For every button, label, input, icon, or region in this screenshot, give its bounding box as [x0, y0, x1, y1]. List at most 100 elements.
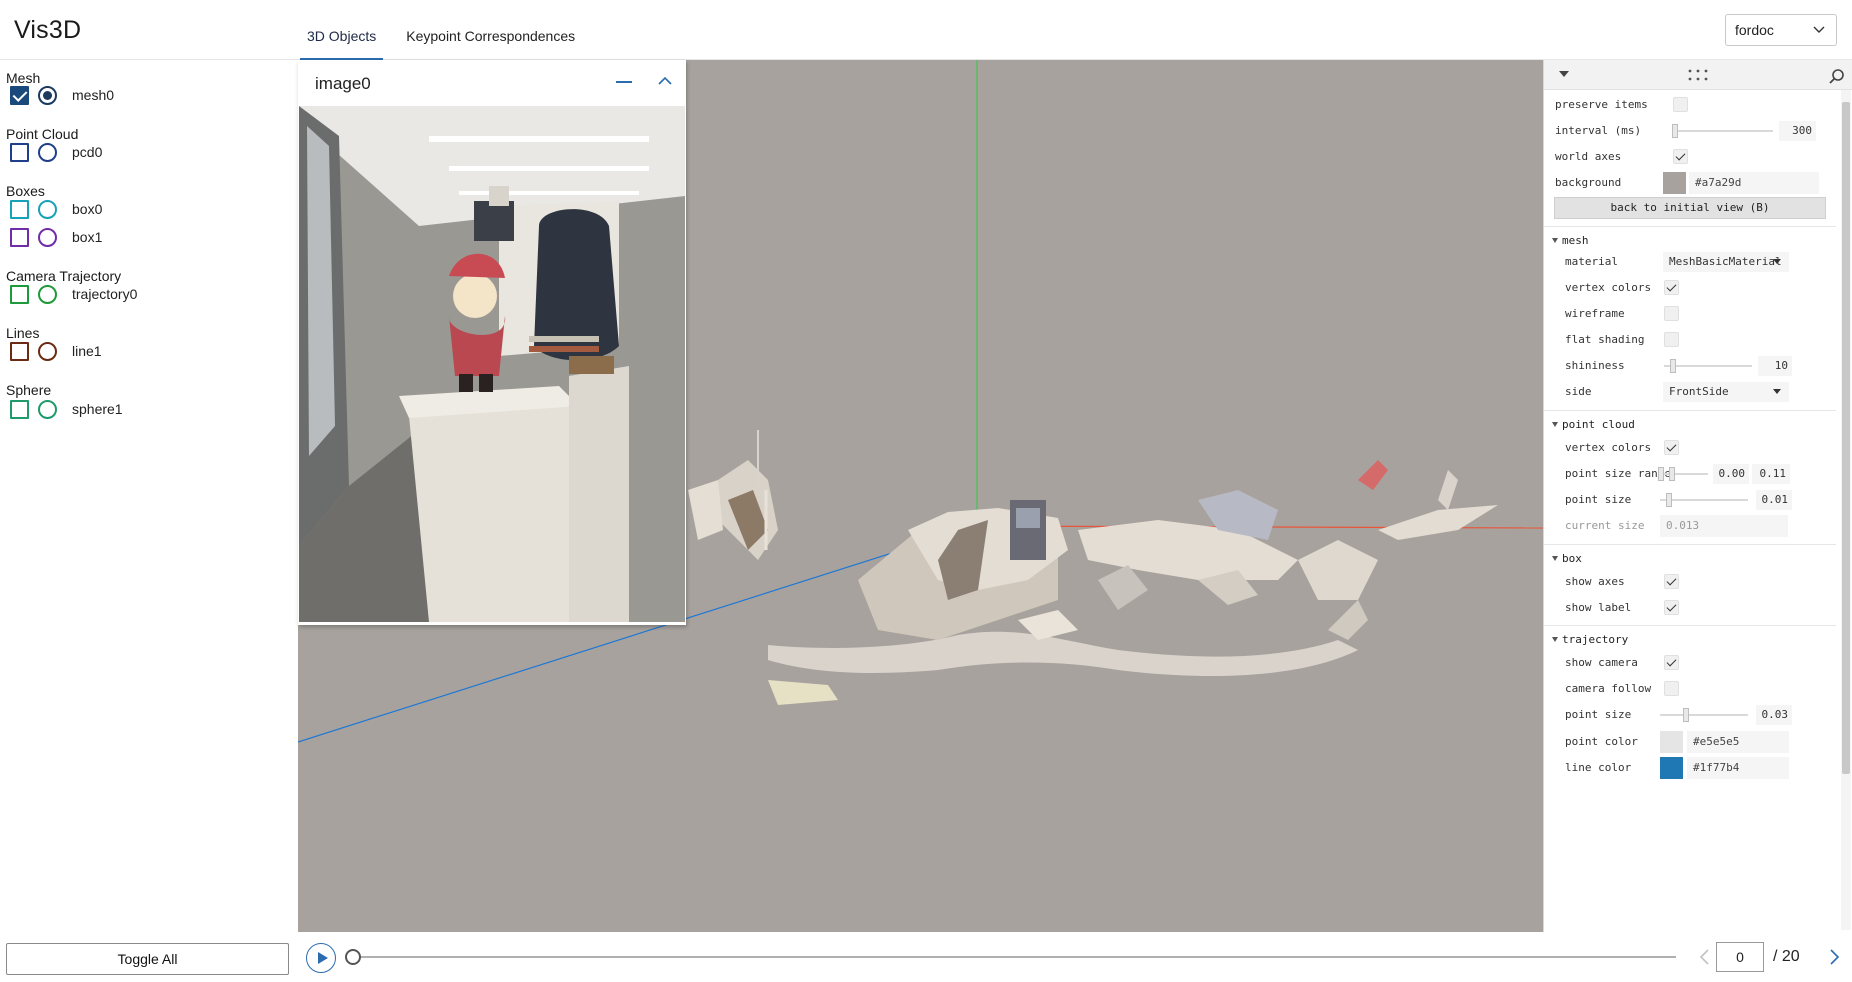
group-title-point-cloud: Point Cloud — [6, 126, 79, 142]
slider-knob[interactable] — [1665, 493, 1672, 507]
frame-slider-knob[interactable] — [345, 949, 361, 965]
gui-label: point size — [1565, 708, 1632, 721]
line-color-swatch[interactable] — [1660, 757, 1683, 779]
folder-caret-icon — [1552, 637, 1558, 642]
world-axes-checkbox[interactable] — [1673, 149, 1688, 164]
point-color-swatch[interactable] — [1660, 731, 1683, 753]
visibility-checkbox[interactable] — [10, 284, 29, 304]
slider-knob[interactable] — [1669, 359, 1676, 373]
range-max-knob[interactable] — [1669, 467, 1675, 481]
point-size-range-max[interactable]: 0.11 — [1752, 464, 1790, 484]
flat-shading-checkbox[interactable] — [1664, 332, 1679, 347]
pcd-point-size-slider[interactable] — [1660, 493, 1748, 507]
settings-scrollbar[interactable] — [1841, 90, 1851, 930]
gui-row-wireframe: wireframe — [1544, 300, 1836, 328]
chevron-right-icon[interactable] — [1824, 946, 1844, 968]
visibility-checkbox[interactable] — [10, 142, 29, 162]
folder-box[interactable]: box — [1544, 544, 1836, 566]
folder-label: box — [1562, 552, 1582, 565]
point-color-input[interactable]: #e5e5e5 — [1687, 731, 1789, 753]
object-row-pcd0: pcd0 — [10, 141, 102, 163]
visibility-checkbox[interactable] — [10, 399, 29, 419]
object-label: pcd0 — [72, 144, 103, 160]
pcd-point-size-value[interactable]: 0.01 — [1756, 490, 1792, 510]
gui-label: preserve items — [1555, 98, 1648, 111]
wireframe-checkbox[interactable] — [1664, 306, 1679, 321]
folder-trajectory[interactable]: trajectory — [1544, 625, 1836, 647]
minimize-icon[interactable] — [616, 81, 632, 83]
object-label: sphere1 — [72, 401, 123, 417]
camera-follow-checkbox[interactable] — [1664, 681, 1679, 696]
app-root: Vis3D 3D Objects Keypoint Correspondence… — [0, 0, 1852, 982]
group-title-boxes: Boxes — [6, 183, 45, 199]
side-select[interactable]: FrontSide — [1663, 382, 1789, 402]
frame-slider[interactable] — [345, 949, 1676, 965]
folder-point-cloud[interactable]: point cloud — [1544, 410, 1836, 432]
chevron-up-icon[interactable] — [656, 72, 674, 90]
show-label-checkbox[interactable] — [1664, 600, 1679, 615]
pcd-vertex-colors-checkbox[interactable] — [1664, 440, 1679, 455]
point-size-range-slider[interactable] — [1658, 467, 1708, 481]
preserve-items-checkbox[interactable] — [1673, 97, 1688, 112]
select-radio[interactable] — [38, 399, 57, 419]
gui-row-point-color: point color #e5e5e5 — [1544, 728, 1836, 756]
visibility-checkbox[interactable] — [10, 341, 29, 361]
interval-slider[interactable] — [1672, 124, 1773, 138]
tab-bar: 3D Objects Keypoint Correspondences — [300, 0, 598, 60]
side-select-value: FrontSide — [1669, 385, 1729, 398]
gui-label: vertex colors — [1565, 281, 1652, 294]
folder-mesh[interactable]: mesh — [1544, 226, 1836, 248]
gui-row-trajectory-point-size: point size 0.03 — [1544, 701, 1836, 729]
select-radio[interactable] — [38, 227, 57, 247]
visibility-checkbox[interactable] — [10, 85, 29, 105]
gui-label: world axes — [1555, 150, 1622, 163]
tab-keypoint-correspondences[interactable]: Keypoint Correspondences — [399, 0, 582, 60]
select-radio[interactable] — [38, 142, 57, 162]
gui-row-show-label: show label — [1544, 594, 1836, 622]
toggle-all-button[interactable]: Toggle All — [6, 943, 289, 975]
show-camera-checkbox[interactable] — [1664, 655, 1679, 670]
select-radio[interactable] — [38, 85, 57, 105]
back-to-initial-view-button[interactable]: back to initial view (B) — [1554, 197, 1826, 219]
visibility-checkbox[interactable] — [10, 199, 29, 219]
object-row-box1: box1 — [10, 226, 102, 248]
object-label: mesh0 — [72, 87, 115, 103]
slider-knob[interactable] — [1672, 124, 1678, 138]
mesh-vertex-colors-checkbox[interactable] — [1664, 280, 1679, 295]
gui-label: background — [1555, 176, 1622, 189]
slider-knob[interactable] — [1683, 708, 1690, 722]
gui-label: point size range — [1565, 467, 1671, 480]
user-select-value: fordoc — [1735, 22, 1774, 38]
gui-row-line-color: line color #1f77b4 — [1544, 754, 1836, 782]
user-select[interactable]: fordoc — [1725, 14, 1837, 46]
folder-label: mesh — [1562, 234, 1589, 247]
point-size-range-min[interactable]: 0.00 — [1713, 464, 1749, 484]
tab-3d-objects[interactable]: 3D Objects — [300, 0, 384, 60]
scrollbar-thumb[interactable] — [1842, 102, 1850, 774]
shininess-value[interactable]: 10 — [1758, 356, 1792, 376]
drag-handle-icon[interactable] — [1687, 68, 1709, 82]
gui-label: interval (ms) — [1555, 124, 1642, 137]
shininess-slider[interactable] — [1664, 359, 1752, 373]
select-radio[interactable] — [38, 199, 57, 219]
interval-value[interactable]: 300 — [1779, 121, 1816, 141]
frame-index-input[interactable]: 0 — [1716, 942, 1764, 972]
object-label: line1 — [72, 343, 102, 359]
play-button[interactable] — [306, 943, 336, 973]
range-min-knob[interactable] — [1658, 467, 1664, 481]
chevron-left-icon[interactable] — [1695, 946, 1715, 968]
collapse-caret-icon[interactable] — [1558, 69, 1570, 79]
folder-label: point cloud — [1562, 418, 1635, 431]
folder-label: trajectory — [1562, 633, 1629, 646]
trajectory-point-size-slider[interactable] — [1660, 708, 1748, 722]
select-radio[interactable] — [38, 284, 57, 304]
show-axes-checkbox[interactable] — [1664, 574, 1679, 589]
trajectory-point-size-value[interactable]: 0.03 — [1756, 705, 1792, 725]
material-select[interactable]: MeshBasicMaterial — [1663, 252, 1789, 272]
search-icon[interactable] — [1829, 68, 1845, 84]
background-color-input[interactable]: #a7a29d — [1689, 172, 1819, 194]
background-color-swatch[interactable] — [1663, 172, 1686, 194]
visibility-checkbox[interactable] — [10, 227, 29, 247]
line-color-input[interactable]: #1f77b4 — [1687, 757, 1789, 779]
select-radio[interactable] — [38, 341, 57, 361]
